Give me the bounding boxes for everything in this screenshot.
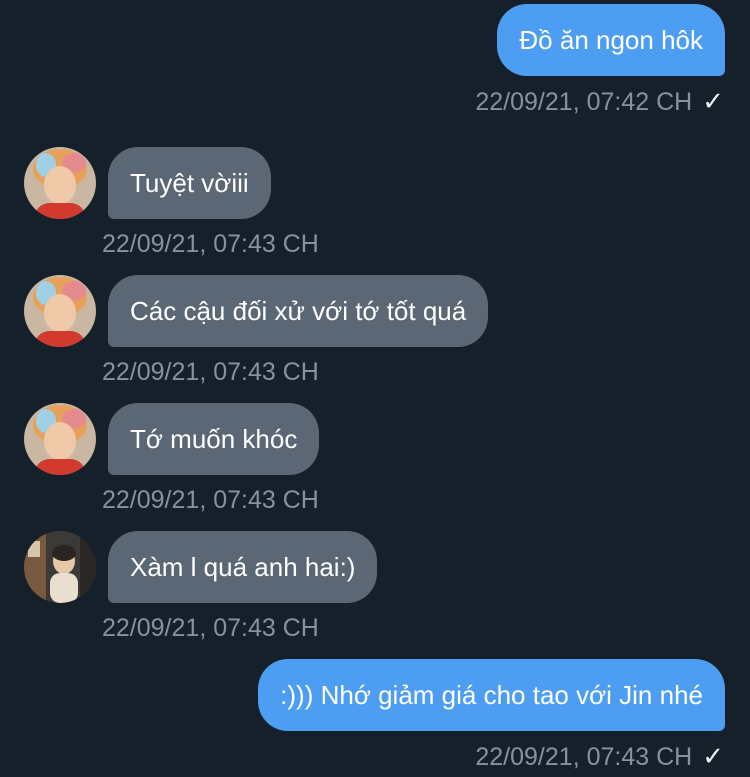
incoming-message: Tớ muốn khóc 22/09/21, 07:43 CH — [0, 403, 750, 523]
message-timestamp: 22/09/21, 07:43 CH — [102, 485, 319, 515]
avatar-photo-icon — [24, 275, 96, 347]
message-bubble[interactable]: Tuyệt vờiii — [108, 147, 271, 219]
message-timestamp: 22/09/21, 07:43 CH — [102, 613, 319, 643]
avatar[interactable] — [24, 403, 96, 475]
avatar-photo-icon — [24, 403, 96, 475]
timestamp-text: 22/09/21, 07:43 CH — [102, 614, 319, 642]
message-timestamp: 22/09/21, 07:43 CH — [102, 357, 319, 387]
outgoing-message: Đồ ăn ngon hôk 22/09/21, 07:42 CH ✓ — [0, 0, 750, 120]
chat-thread: Đồ ăn ngon hôk 22/09/21, 07:42 CH ✓ Tuyệt… — [0, 0, 750, 777]
incoming-message: Các cậu đối xử với tớ tốt quá 22/09/21, … — [0, 275, 750, 395]
message-bubble[interactable]: Tớ muốn khóc — [108, 403, 320, 475]
message-bubble[interactable]: Các cậu đối xử với tớ tốt quá — [108, 275, 489, 347]
message-timestamp: 22/09/21, 07:43 CH ✓ — [475, 741, 724, 772]
timestamp-text: 22/09/21, 07:42 CH — [475, 88, 693, 116]
timestamp-text: 22/09/21, 07:43 CH — [102, 230, 319, 258]
avatar-photo-icon — [24, 147, 96, 219]
timestamp-text: 22/09/21, 07:43 CH — [475, 743, 693, 771]
message-timestamp: 22/09/21, 07:42 CH ✓ — [475, 86, 724, 117]
checkmark-icon: ✓ — [702, 741, 724, 771]
avatar[interactable] — [24, 275, 96, 347]
avatar[interactable] — [24, 531, 96, 603]
message-timestamp: 22/09/21, 07:43 CH — [102, 229, 319, 259]
checkmark-icon: ✓ — [702, 86, 724, 116]
avatar[interactable] — [24, 147, 96, 219]
timestamp-text: 22/09/21, 07:43 CH — [102, 486, 319, 514]
incoming-message: Tuyệt vờiii 22/09/21, 07:43 CH — [0, 147, 750, 267]
message-bubble[interactable]: Xàm l quá anh hai:) — [108, 531, 378, 603]
outgoing-message: :))) Nhớ giảm giá cho tao với Jin nhé 22… — [0, 659, 750, 777]
incoming-message: Xàm l quá anh hai:) 22/09/21, 07:43 CH — [0, 531, 750, 651]
avatar-photo-icon — [24, 531, 96, 603]
message-bubble[interactable]: Đồ ăn ngon hôk — [497, 4, 725, 76]
timestamp-text: 22/09/21, 07:43 CH — [102, 358, 319, 386]
message-bubble[interactable]: :))) Nhớ giảm giá cho tao với Jin nhé — [258, 659, 725, 731]
